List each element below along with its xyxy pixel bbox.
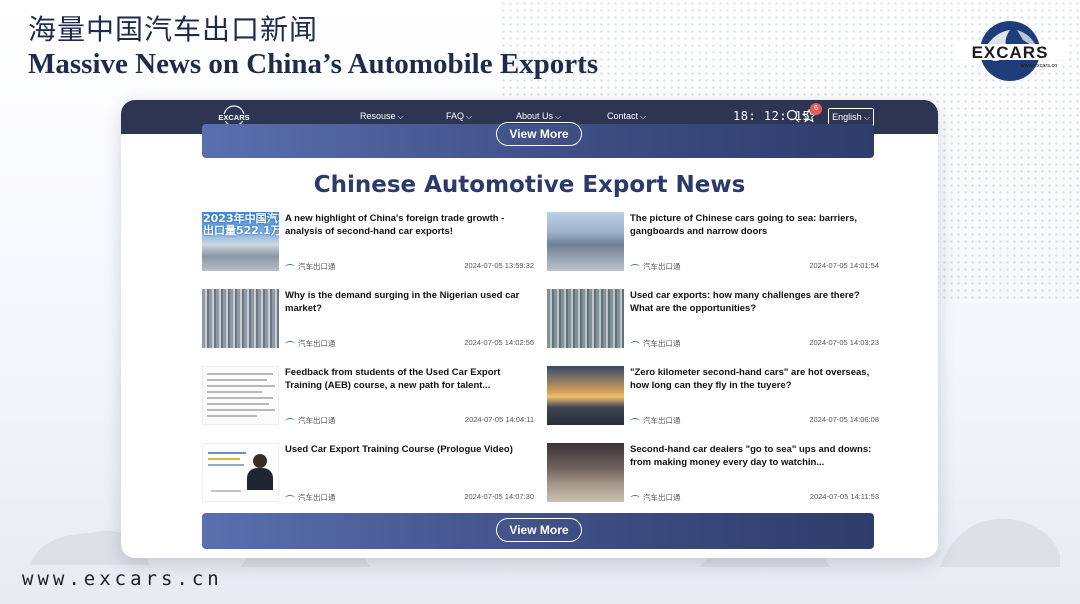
news-thumbnail: 2023年中国汽车出口量522.1万辆 xyxy=(202,212,279,271)
news-item-7[interactable]: Used Car Export Training Course (Prologu… xyxy=(202,443,534,505)
news-title[interactable]: The picture of Chinese cars going to sea… xyxy=(630,212,878,238)
source-logo-icon xyxy=(285,263,295,271)
navbar-logo-text: EXCARS xyxy=(218,113,249,122)
news-date: 2024-07-05 14:11:53 xyxy=(809,492,879,501)
news-title[interactable]: Used Car Export Training Course (Prologu… xyxy=(285,443,533,456)
news-thumbnail xyxy=(202,289,279,348)
news-thumbnail xyxy=(547,443,624,502)
view-more-button-top[interactable]: View More xyxy=(496,122,582,146)
news-thumbnail xyxy=(202,366,279,425)
news-thumbnail xyxy=(547,212,624,271)
view-more-button-bottom[interactable]: View More xyxy=(496,518,582,542)
chevron-down-icon: ⌵ xyxy=(397,112,404,121)
news-item-2[interactable]: The picture of Chinese cars going to sea… xyxy=(547,212,879,274)
chevron-down-icon: ⌵ xyxy=(466,112,473,121)
news-source: 汽车出口通 xyxy=(285,338,336,349)
language-label: English xyxy=(832,112,862,122)
news-title[interactable]: Feedback from students of the Used Car E… xyxy=(285,366,533,392)
nav-contact[interactable]: Contact ⌵ xyxy=(607,111,646,122)
source-logo-icon xyxy=(285,340,295,348)
news-source-label: 汽车出口通 xyxy=(298,493,336,502)
news-source: 汽车出口通 xyxy=(285,415,336,426)
search-icon[interactable] xyxy=(786,109,800,123)
news-item-8[interactable]: Second-hand car dealers "go to sea" ups … xyxy=(547,443,879,505)
nav-faq-label: FAQ xyxy=(446,111,465,121)
footer-url: www.excars.cn xyxy=(22,568,223,590)
news-title[interactable]: A new highlight of China's foreign trade… xyxy=(285,212,533,238)
news-source: 汽车出口通 xyxy=(285,261,336,272)
news-date: 2024-07-05 14:03:23 xyxy=(809,338,879,347)
news-source-label: 汽车出口通 xyxy=(298,262,336,271)
slide-title-english: Massive News on China’s Automobile Expor… xyxy=(28,48,599,80)
thumbnail-text-line-2: 出口量522.1万辆 xyxy=(203,224,279,237)
news-date: 2024-07-05 14:01:54 xyxy=(809,261,879,270)
excars-brand-logo: EXCARS www.excars.cn xyxy=(955,21,1065,81)
chevron-down-icon: ⌵ xyxy=(861,113,870,122)
news-thumbnail xyxy=(547,366,624,425)
website-screenshot: EXCARS Resouse ⌵ FAQ ⌵ About Us ⌵ Contact ⌵ … xyxy=(121,100,938,558)
news-source: 汽车出口通 xyxy=(630,338,681,349)
nav-resouse[interactable]: Resouse ⌵ xyxy=(360,111,404,122)
news-title[interactable]: Used car exports: how many challenges ar… xyxy=(630,289,878,315)
news-source-label: 汽车出口通 xyxy=(298,416,336,425)
news-thumbnail xyxy=(202,443,279,502)
news-item-1[interactable]: 2023年中国汽车出口量522.1万辆 A new highlight of C… xyxy=(202,212,534,274)
nav-contact-label: Contact xyxy=(607,111,639,121)
news-thumbnail xyxy=(547,289,624,348)
view-more-band-bottom: View More xyxy=(202,513,874,549)
news-date: 2024-07-05 14:02:56 xyxy=(464,338,534,347)
news-source: 汽车出口通 xyxy=(285,492,336,503)
news-source-label: 汽车出口通 xyxy=(643,262,681,271)
source-logo-icon xyxy=(630,494,640,502)
news-source-label: 汽车出口通 xyxy=(643,493,681,502)
source-logo-icon xyxy=(285,494,295,502)
source-logo-icon xyxy=(630,340,640,348)
source-logo-icon xyxy=(630,263,640,271)
view-more-band-top: View More xyxy=(202,122,874,158)
news-title[interactable]: Why is the demand surging in the Nigeria… xyxy=(285,289,533,315)
nav-resouse-label: Resouse xyxy=(360,111,396,121)
favorites-count-badge: 6 xyxy=(810,103,822,115)
news-date: 2024-07-05 13:59:32 xyxy=(464,261,534,270)
slide-title-chinese: 海量中国汽车出口新闻 xyxy=(28,13,319,46)
source-logo-icon xyxy=(630,417,640,425)
brand-logo-text: EXCARS xyxy=(972,43,1049,62)
section-title: Chinese Automotive Export News xyxy=(313,172,746,198)
news-item-5[interactable]: Feedback from students of the Used Car E… xyxy=(202,366,534,428)
news-item-3[interactable]: Why is the demand surging in the Nigeria… xyxy=(202,289,534,351)
news-source: 汽车出口通 xyxy=(630,415,681,426)
news-source: 汽车出口通 xyxy=(630,261,681,272)
nav-about-us[interactable]: About Us ⌵ xyxy=(516,111,561,122)
source-logo-icon xyxy=(285,417,295,425)
news-item-4[interactable]: Used car exports: how many challenges ar… xyxy=(547,289,879,351)
news-item-6[interactable]: "Zero kilometer second-hand cars" are ho… xyxy=(547,366,879,428)
news-date: 2024-07-05 14:07:30 xyxy=(464,492,534,501)
thumbnail-text: 2023年中国汽车出口量522.1万辆 xyxy=(203,213,279,237)
nav-faq[interactable]: FAQ ⌵ xyxy=(446,111,472,122)
news-source-label: 汽车出口通 xyxy=(643,339,681,348)
news-source: 汽车出口通 xyxy=(630,492,681,503)
news-title[interactable]: "Zero kilometer second-hand cars" are ho… xyxy=(630,366,878,392)
news-source-label: 汽车出口通 xyxy=(298,339,336,348)
news-date: 2024-07-05 14:06:08 xyxy=(809,415,879,424)
chevron-down-icon: ⌵ xyxy=(555,112,562,121)
nav-about-us-label: About Us xyxy=(516,111,554,121)
chevron-down-icon: ⌵ xyxy=(640,112,647,121)
brand-logo-url: www.excars.cn xyxy=(1020,63,1058,69)
news-source-label: 汽车出口通 xyxy=(643,416,681,425)
news-title[interactable]: Second-hand car dealers "go to sea" ups … xyxy=(630,443,878,469)
news-date: 2024-07-05 14:04:11 xyxy=(464,415,534,424)
